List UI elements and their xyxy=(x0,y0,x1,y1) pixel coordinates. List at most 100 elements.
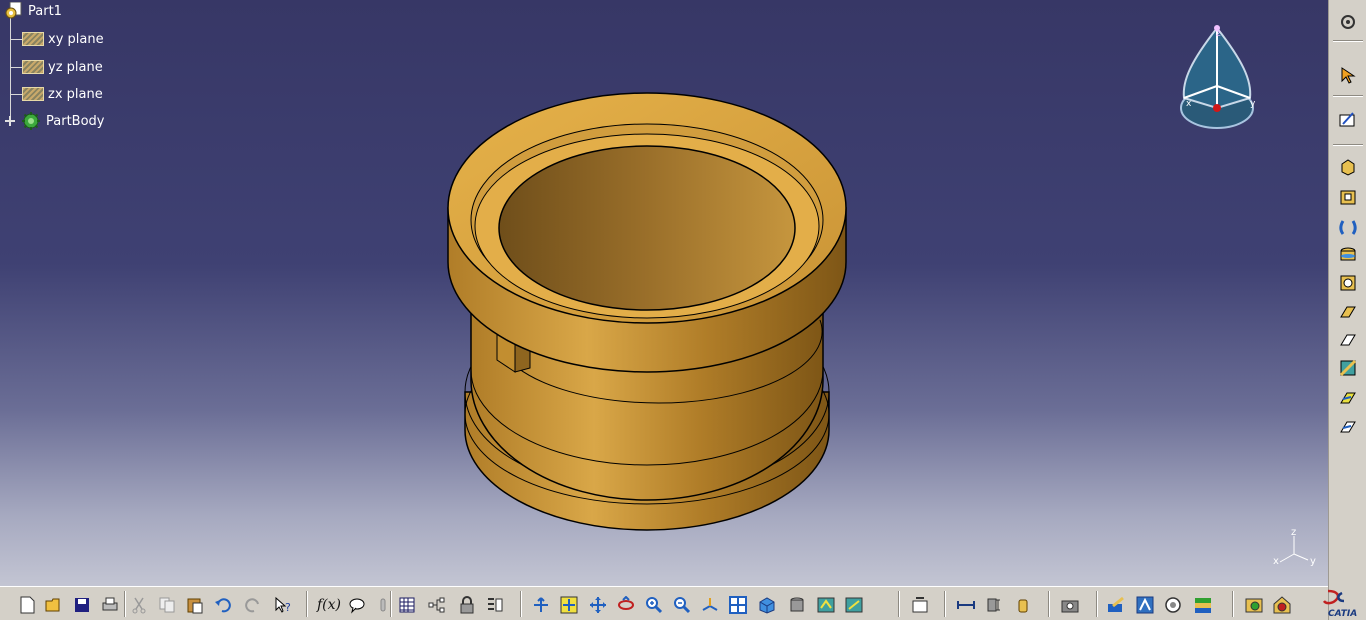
measure-between-icon xyxy=(957,601,975,609)
removed-multi-section-button[interactable] xyxy=(1337,416,1359,438)
measure-between-button[interactable] xyxy=(955,594,977,616)
groove-icon xyxy=(1340,247,1356,261)
multi-view-button[interactable] xyxy=(727,594,749,616)
triad-z-label: z xyxy=(1291,527,1296,538)
undo-icon xyxy=(215,598,231,613)
slot-button[interactable] xyxy=(1337,329,1359,351)
pocket-icon xyxy=(1340,190,1356,205)
pad-button[interactable] xyxy=(1337,156,1359,178)
save-icon xyxy=(75,598,89,612)
zoom-in-button[interactable] xyxy=(643,594,665,616)
groove-button[interactable] xyxy=(1337,244,1359,266)
sketch-analysis-button[interactable] xyxy=(1134,594,1156,616)
formula-icon: f(x) xyxy=(317,597,342,613)
copy-button[interactable] xyxy=(156,594,178,616)
lock-icon xyxy=(460,596,474,614)
select-arrow-icon xyxy=(1341,67,1356,84)
sketcher-button[interactable] xyxy=(1337,108,1359,130)
measure-item-icon xyxy=(987,598,1000,612)
3d-part-model[interactable] xyxy=(0,0,1328,586)
tree-expand-button[interactable] xyxy=(426,594,448,616)
pad-icon xyxy=(1341,159,1355,176)
redo-button[interactable] xyxy=(242,594,264,616)
shaft-button[interactable] xyxy=(1337,216,1359,238)
bottom-toolbar: ? f(x) xyxy=(0,586,1328,620)
pocket-button[interactable] xyxy=(1337,186,1359,208)
scene-button[interactable] xyxy=(1271,594,1293,616)
save-button[interactable] xyxy=(71,594,93,616)
fit-all-button[interactable] xyxy=(530,594,552,616)
sketcher-icon xyxy=(1339,112,1355,127)
shading-button[interactable] xyxy=(786,594,808,616)
measure-item-button[interactable] xyxy=(984,594,1006,616)
cut-button[interactable] xyxy=(128,594,150,616)
settings-button[interactable] xyxy=(1337,11,1359,33)
axis-triad: z x y xyxy=(1273,527,1316,567)
print-button[interactable] xyxy=(99,594,121,616)
formula-button[interactable]: f(x) xyxy=(317,594,342,616)
swap-space-icon xyxy=(845,597,863,613)
right-toolbar xyxy=(1328,0,1366,620)
multi-view-icon xyxy=(729,596,747,614)
table-icon xyxy=(399,597,415,613)
stiffener-icon xyxy=(1339,359,1357,377)
zoom-out-button[interactable] xyxy=(671,594,693,616)
new-button[interactable] xyxy=(16,594,38,616)
tree-expand-icon xyxy=(428,597,445,613)
comment-button[interactable] xyxy=(346,594,368,616)
settings-icon xyxy=(1341,15,1355,29)
print-icon xyxy=(102,597,118,611)
hole-icon xyxy=(1340,275,1356,291)
sketch-analysis-icon xyxy=(1136,596,1154,614)
open-button[interactable] xyxy=(43,594,65,616)
paste-icon xyxy=(187,598,203,614)
redo-icon xyxy=(245,598,259,613)
hide-show-icon xyxy=(817,597,835,613)
triad-x-label: x xyxy=(1273,556,1279,567)
compass-x-label: x xyxy=(1186,99,1192,109)
catalog-button[interactable] xyxy=(1162,594,1184,616)
swap-space-button[interactable] xyxy=(843,594,865,616)
lock-button[interactable] xyxy=(456,594,478,616)
stiffener-button[interactable] xyxy=(1337,357,1359,379)
compass-widget[interactable]: z x y xyxy=(1172,20,1262,140)
measure-inertia-icon xyxy=(1018,599,1028,613)
svg-text:?: ? xyxy=(285,601,291,614)
render-icon xyxy=(1245,598,1263,613)
zoom-out-icon xyxy=(674,597,691,614)
paste-button[interactable] xyxy=(184,594,206,616)
catia-logo: CATIA xyxy=(1322,588,1362,619)
select-button[interactable] xyxy=(1337,64,1359,86)
table-button[interactable] xyxy=(396,594,418,616)
rotate-view-button[interactable] xyxy=(615,594,637,616)
undo-button[interactable] xyxy=(212,594,234,616)
apply-material-icon xyxy=(1108,596,1124,612)
hole-button[interactable] xyxy=(1337,272,1359,294)
color-map-button[interactable] xyxy=(1192,594,1214,616)
comment-icon xyxy=(349,598,365,614)
triad-y-label: y xyxy=(1310,556,1316,567)
normal-view-button[interactable] xyxy=(699,594,721,616)
catia-logo-text: CATIA xyxy=(1328,609,1357,618)
3d-viewport[interactable]: Part1 xy plane yz plane zx plane PartBod… xyxy=(0,0,1328,586)
update-icon xyxy=(912,597,928,613)
measure-inertia-button[interactable] xyxy=(1012,594,1034,616)
multi-section-button[interactable] xyxy=(1337,387,1359,409)
render-button[interactable] xyxy=(1243,594,1265,616)
update-button[interactable] xyxy=(909,594,931,616)
whats-this-button[interactable]: ? xyxy=(272,594,294,616)
rotate-button[interactable] xyxy=(587,594,609,616)
rib-button[interactable] xyxy=(1337,301,1359,323)
cut-icon xyxy=(132,597,146,614)
fly-mode-button[interactable] xyxy=(484,594,506,616)
hide-show-button[interactable] xyxy=(815,594,837,616)
color-map-icon xyxy=(1195,598,1211,613)
capture-button[interactable] xyxy=(1059,594,1081,616)
apply-material-button[interactable] xyxy=(1105,594,1127,616)
fit-all-icon xyxy=(534,597,548,612)
pan-icon xyxy=(560,596,578,614)
slot-icon xyxy=(1340,334,1356,346)
pan-button[interactable] xyxy=(558,594,580,616)
iso-view-button[interactable] xyxy=(756,594,778,616)
shaft-icon xyxy=(1339,220,1357,235)
